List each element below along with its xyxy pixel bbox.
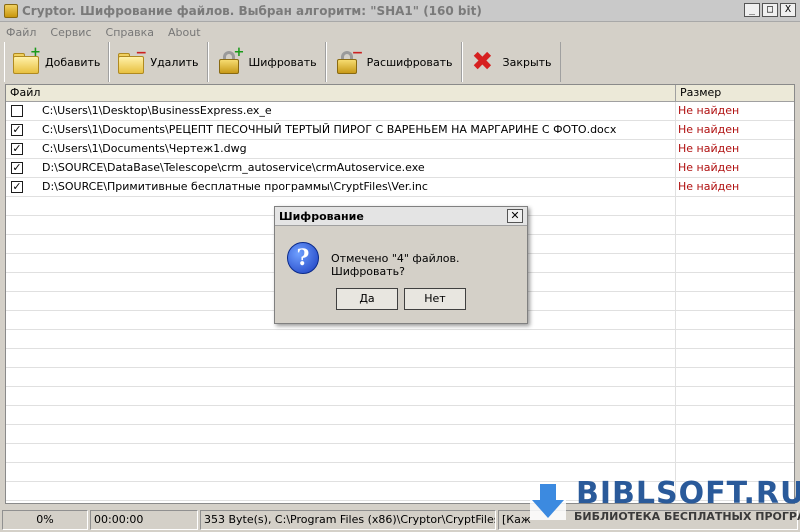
window-controls: _ □ X: [744, 3, 796, 17]
column-header-file[interactable]: Файл: [6, 85, 676, 101]
column-header-size[interactable]: Размер: [676, 85, 794, 101]
menu-about[interactable]: About: [168, 26, 201, 39]
remove-button[interactable]: − Удалить: [109, 42, 208, 82]
decrypt-button-label: Расшифровать: [366, 55, 453, 69]
folder-remove-icon: −: [116, 46, 147, 76]
add-button[interactable]: + Добавить: [4, 42, 110, 82]
dialog-close-button[interactable]: ✕: [507, 209, 523, 223]
empty-row: [6, 387, 794, 406]
grid-header: Файл Размер: [6, 85, 794, 102]
toolbar: + Добавить − Удалить + Шифровать − Расши…: [0, 42, 800, 82]
close-button-label: Закрыть: [502, 55, 552, 69]
file-path: C:\Users\1\Desktop\BusinessExpress.ex_e: [42, 102, 676, 120]
watermark-tagline: БИБЛИОТЕКА БЕСПЛАТНЫХ ПРОГРАММ: [574, 510, 800, 523]
title-bar: Cryptor. Шифрование файлов. Выбран алгор…: [0, 0, 800, 22]
row-checkbox[interactable]: ✓: [11, 124, 23, 136]
maximize-button[interactable]: □: [762, 3, 778, 17]
file-path: D:\SOURCE\Примитивные бесплатные програм…: [42, 178, 676, 196]
file-size: Не найден: [678, 180, 740, 193]
file-size: Не найден: [678, 104, 740, 117]
download-arrow-icon: [530, 482, 566, 520]
question-icon: ?: [287, 242, 319, 274]
lock-encrypt-icon: +: [215, 46, 245, 76]
menu-help[interactable]: Справка: [106, 26, 154, 39]
no-button[interactable]: Нет: [404, 288, 466, 310]
empty-row: [6, 330, 794, 349]
table-row[interactable]: ✓ C:\Users\1\Documents\РЕЦЕПТ ПЕСОЧНЫЙ Т…: [6, 121, 794, 140]
row-checkbox[interactable]: [11, 105, 23, 117]
status-info: 353 Byte(s), C:\Program Files (x86)\Cryp…: [200, 510, 496, 530]
file-path: D:\SOURCE\DataBase\Telescope\crm_autoser…: [42, 159, 676, 177]
file-path: C:\Users\1\Documents\РЕЦЕПТ ПЕСОЧНЫЙ ТЕР…: [42, 121, 676, 139]
file-size: Не найден: [678, 123, 740, 136]
status-time: 00:00:00: [90, 510, 198, 530]
dialog-message: Отмечено "4" файлов. Шифровать?: [331, 252, 460, 278]
row-checkbox[interactable]: ✓: [11, 162, 23, 174]
table-row[interactable]: ✓ D:\SOURCE\DataBase\Telescope\crm_autos…: [6, 159, 794, 178]
menu-bar: Файл Сервис Справка About: [0, 22, 800, 42]
table-row[interactable]: ✓ D:\SOURCE\Примитивные бесплатные прогр…: [6, 178, 794, 197]
file-size: Не найден: [678, 142, 740, 155]
file-size: Не найден: [678, 161, 740, 174]
encrypt-button-label: Шифровать: [248, 55, 317, 69]
empty-row: [6, 406, 794, 425]
file-path: C:\Users\1\Documents\Чертеж1.dwg: [42, 140, 676, 158]
empty-row: [6, 425, 794, 444]
table-row[interactable]: ✓ C:\Users\1\Documents\Чертеж1.dwg Не на…: [6, 140, 794, 159]
remove-button-label: Удалить: [150, 55, 199, 69]
encrypt-button[interactable]: + Шифровать: [207, 42, 326, 82]
table-row[interactable]: C:\Users\1\Desktop\BusinessExpress.ex_e …: [6, 102, 794, 121]
menu-service[interactable]: Сервис: [50, 26, 91, 39]
encrypt-dialog: Шифрование ✕ ? Отмечено "4" файлов. Шифр…: [274, 206, 528, 324]
dialog-title: Шифрование: [275, 207, 527, 226]
folder-add-icon: +: [11, 46, 41, 76]
row-checkbox[interactable]: ✓: [11, 181, 23, 193]
close-button[interactable]: ✖ Закрыть: [461, 42, 561, 82]
empty-row: [6, 368, 794, 387]
empty-row: [6, 444, 794, 463]
status-progress: 0%: [2, 510, 88, 530]
lock-decrypt-icon: −: [333, 46, 363, 76]
row-checkbox[interactable]: ✓: [11, 143, 23, 155]
watermark-brand: BIBLSOFT.RU: [576, 476, 800, 511]
add-button-label: Добавить: [45, 55, 101, 69]
decrypt-button[interactable]: − Расшифровать: [325, 42, 462, 82]
app-icon: [4, 3, 18, 18]
close-x-icon: ✖: [471, 47, 494, 77]
minimize-button[interactable]: _: [744, 3, 760, 17]
yes-button[interactable]: Да: [336, 288, 398, 310]
menu-file[interactable]: Файл: [6, 26, 36, 39]
empty-row: [6, 349, 794, 368]
close-window-button[interactable]: X: [780, 3, 796, 17]
window-title: Cryptor. Шифрование файлов. Выбран алгор…: [22, 3, 482, 18]
watermark-logo: BIBLSOFT.RU БИБЛИОТЕКА БЕСПЛАТНЫХ ПРОГРА…: [528, 476, 800, 532]
